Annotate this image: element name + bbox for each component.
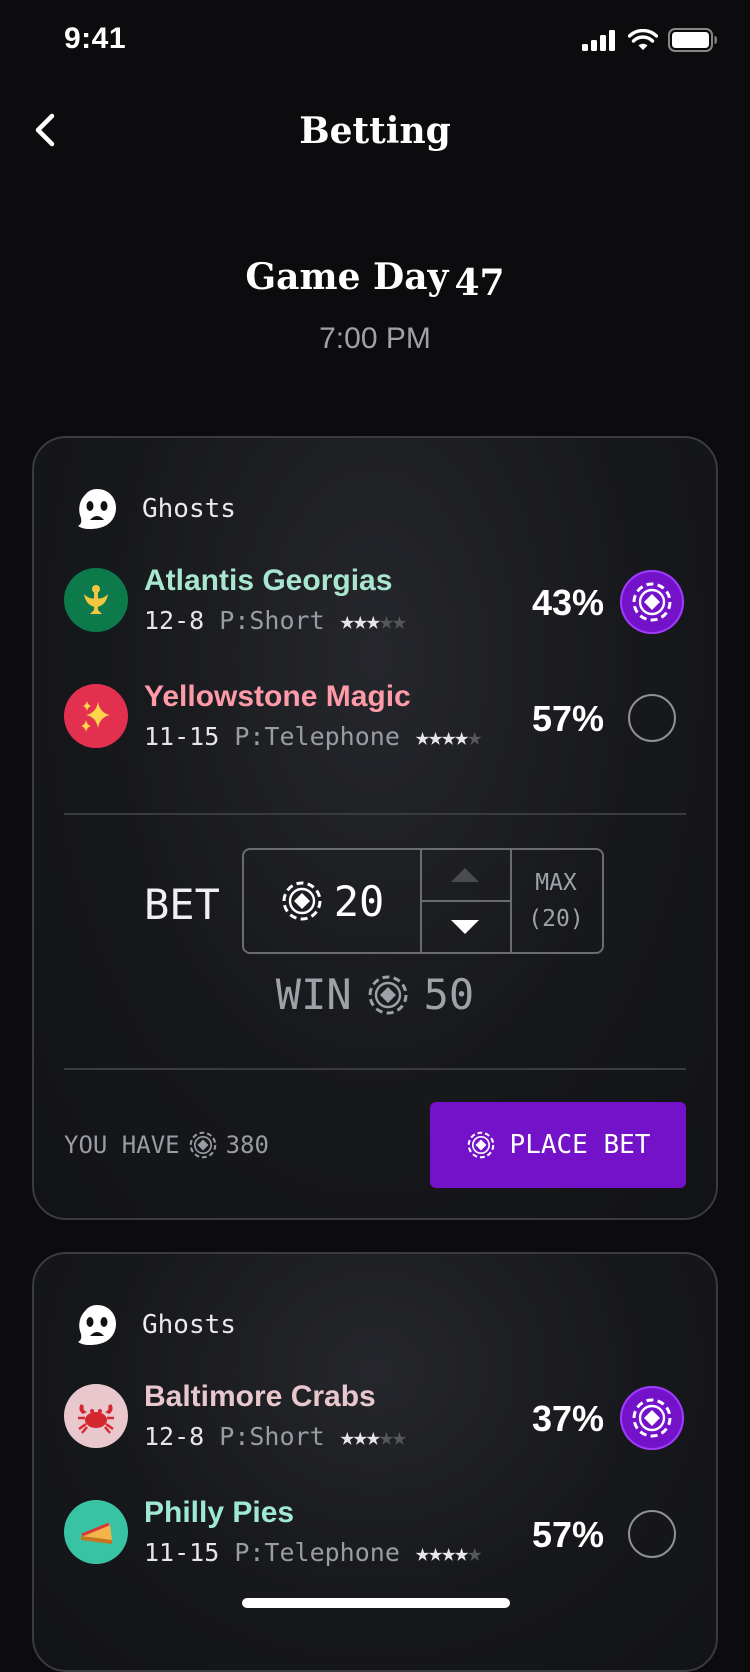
- max-label: MAX: [535, 870, 577, 896]
- team-select-radio-selected[interactable]: [620, 1386, 684, 1450]
- team-pitcher: P:Telephone: [234, 722, 400, 751]
- group-header: Ghosts: [74, 1302, 236, 1348]
- stars-empty: ★★: [378, 1422, 407, 1451]
- bet-amount: 20: [333, 876, 385, 926]
- divider: [64, 1068, 686, 1070]
- max-bet-button[interactable]: MAX (20): [510, 850, 602, 952]
- star-rating: ★★★★★: [414, 722, 482, 751]
- team-row[interactable]: Atlantis Georgias 12-8 P:Short ★★★★★ 43%: [64, 564, 684, 644]
- status-icons: [582, 28, 718, 52]
- chip-icon: [282, 881, 322, 921]
- stars-empty: ★★: [378, 606, 407, 635]
- team-meta: 11-15 P:Telephone ★★★★★: [144, 1538, 482, 1567]
- chip-icon: [368, 975, 408, 1014]
- team-record: 11-15: [144, 1538, 220, 1567]
- balance-label: YOU HAVE: [64, 1131, 180, 1159]
- decrement-button[interactable]: [420, 902, 510, 952]
- team-name: Atlantis Georgias: [144, 564, 393, 597]
- team-row[interactable]: Philly Pies 11-15 P:Telephone ★★★★★ 57%: [64, 1496, 684, 1576]
- win-label: WIN: [275, 970, 352, 1019]
- battery-icon: [668, 28, 717, 52]
- home-indicator: [242, 1598, 510, 1608]
- bet-footer: YOU HAVE 380 PLACE BET: [64, 1102, 686, 1188]
- team-meta: 12-8 P:Short ★★★★★: [144, 1422, 407, 1451]
- team-row[interactable]: Baltimore Crabs 12-8 P:Short ★★★★★ 37%: [64, 1380, 684, 1460]
- game-day-header: Game Day 47 7:00 PM: [0, 256, 750, 356]
- balance: YOU HAVE 380: [64, 1130, 269, 1160]
- page-title: Betting: [299, 110, 451, 152]
- win-amount: 50: [423, 970, 475, 1019]
- game-time: 7:00 PM: [319, 322, 431, 355]
- wifi-icon: [628, 29, 658, 50]
- caret-down-icon: [451, 920, 479, 934]
- team-name: Philly Pies: [144, 1496, 295, 1529]
- win-probability: 57%: [531, 698, 604, 739]
- sparkle-icon: [64, 684, 128, 748]
- trident-icon: [64, 568, 128, 632]
- team-meta: 11-15 P:Telephone ★★★★★: [144, 722, 482, 751]
- group-header: Ghosts: [74, 486, 236, 532]
- chip-icon: [632, 1398, 672, 1438]
- chip-icon: [189, 1131, 216, 1159]
- max-value: (20): [528, 906, 584, 932]
- crab-icon: [64, 1384, 128, 1448]
- potential-win: WIN 50: [34, 970, 716, 1019]
- caret-up-icon: [451, 868, 479, 882]
- status-bar: 9:41: [0, 0, 750, 84]
- bet-card: Ghosts Baltimore Crabs 12-8 P:Short ★★★★…: [32, 1252, 718, 1672]
- stars-filled: ★★★★: [414, 722, 469, 751]
- chip-icon: [632, 582, 672, 622]
- chip-icon: [467, 1131, 494, 1159]
- bet-input-group: 20 MAX (20): [242, 848, 604, 954]
- ghost-icon: [78, 489, 116, 530]
- game-day-title: Game Day 47: [0, 256, 750, 304]
- place-bet-label: PLACE BET: [509, 1130, 651, 1160]
- game-day-number: 47: [454, 262, 505, 304]
- bet-card: Ghosts Atlantis Georgias 12-8 P:Short ★★…: [32, 436, 718, 1220]
- divider: [64, 813, 686, 815]
- team-meta: 12-8 P:Short ★★★★★: [144, 606, 407, 635]
- star-rating: ★★★★★: [339, 606, 407, 635]
- team-pitcher: P:Telephone: [234, 1538, 400, 1567]
- team-pitcher: P:Short: [219, 1422, 325, 1451]
- team-record: 12-8: [144, 606, 205, 635]
- team-record: 12-8: [144, 1422, 205, 1451]
- pie-icon: [64, 1500, 128, 1564]
- stars-empty: ★: [467, 1538, 482, 1567]
- bet-amount-field[interactable]: 20: [244, 850, 422, 952]
- group-label: Ghosts: [142, 494, 236, 524]
- team-select-radio-selected[interactable]: [620, 570, 684, 634]
- team-name: Yellowstone Magic: [144, 680, 411, 713]
- increment-button[interactable]: [420, 850, 510, 902]
- win-probability: 37%: [531, 1398, 604, 1439]
- status-time: 9:41: [64, 22, 127, 55]
- team-pitcher: P:Short: [219, 606, 325, 635]
- signal-icon: [582, 30, 615, 51]
- team-select-radio[interactable]: [628, 1510, 676, 1558]
- balance-amount: 380: [225, 1131, 269, 1159]
- group-label: Ghosts: [142, 1310, 236, 1340]
- bet-label: BET: [144, 880, 220, 929]
- team-select-radio[interactable]: [628, 694, 676, 742]
- ghost-icon: [78, 1305, 116, 1346]
- win-probability: 57%: [531, 1514, 604, 1555]
- stars-filled: ★★★: [339, 1422, 381, 1451]
- game-day-label: Game Day: [245, 256, 449, 298]
- stars-filled: ★★★: [339, 606, 381, 635]
- stars-empty: ★: [467, 722, 482, 751]
- bet-stepper: [420, 850, 512, 952]
- stars-filled: ★★★★: [414, 1538, 469, 1567]
- win-probability: 43%: [531, 582, 604, 623]
- place-bet-button[interactable]: PLACE BET: [430, 1102, 686, 1188]
- star-rating: ★★★★★: [339, 1422, 407, 1451]
- team-row[interactable]: Yellowstone Magic 11-15 P:Telephone ★★★★…: [64, 680, 684, 760]
- nav-bar: Betting: [0, 96, 750, 168]
- team-name: Baltimore Crabs: [144, 1380, 376, 1413]
- star-rating: ★★★★★: [414, 1538, 482, 1567]
- team-record: 11-15: [144, 722, 220, 751]
